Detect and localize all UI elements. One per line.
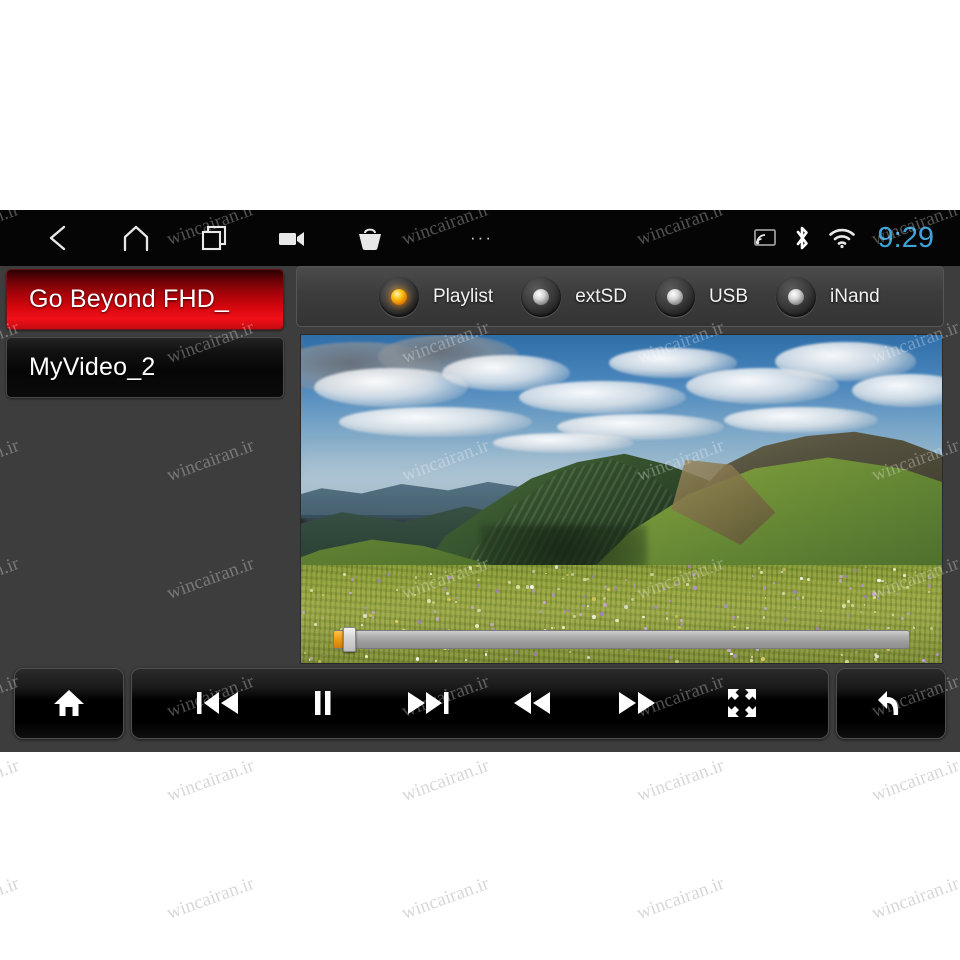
watermark-text: wincairan.ir [633,435,727,487]
watermark-text: wincairan.ir [398,755,492,807]
watermark-text: wincairan.ir [163,553,257,605]
watermark-text: wincairan.ir [398,435,492,487]
watermark-text: wincairan.ir [163,671,257,723]
watermark-text: wincairan.ir [868,671,960,723]
watermark-text: wincairan.ir [163,435,257,487]
watermark-text: wincairan.ir [868,873,960,925]
watermark-text: wincairan.ir [163,873,257,925]
watermark-text: wincairan.ir [633,210,727,251]
watermark-text: wincairan.ir [398,210,492,251]
car-head-unit-screen: ··· 9:29 Go Beyond FHD_ MyVideo_2 Playli… [0,210,960,752]
watermark-text: wincairan.ir [633,671,727,723]
watermark-text: wincairan.ir [398,317,492,369]
watermark-text: wincairan.ir [633,873,727,925]
watermark-text: wincairan.ir [868,317,960,369]
watermark-text: wincairan.ir [0,671,22,723]
watermark-text: wincairan.ir [398,553,492,605]
watermark-text: wincairan.ir [868,210,960,251]
watermark-text: wincairan.ir [868,755,960,807]
watermark-text: wincairan.ir [0,873,22,925]
watermark-text: wincairan.ir [633,755,727,807]
watermark-text: wincairan.ir [633,553,727,605]
watermark-text: wincairan.ir [868,435,960,487]
watermark-text: wincairan.ir [0,317,22,369]
watermark-text: wincairan.ir [163,755,257,807]
watermark-text: wincairan.ir [0,435,22,487]
watermark-text: wincairan.ir [163,210,257,251]
watermark-text: wincairan.ir [633,317,727,369]
watermark-text: wincairan.ir [0,553,22,605]
watermark-text: wincairan.ir [398,873,492,925]
watermark-text: wincairan.ir [868,553,960,605]
watermark-text: wincairan.ir [0,755,22,807]
screenshot-root: wincairan.ir wincairan.ir wincairan.ir winc… [0,0,960,960]
watermark-text: wincairan.ir [398,671,492,723]
watermark-text: wincairan.ir [163,317,257,369]
watermark-text: wincairan.ir [0,210,22,251]
device-watermark-layer: wincairan.ir wincairan.ir wincairan.ir winc… [0,210,960,752]
